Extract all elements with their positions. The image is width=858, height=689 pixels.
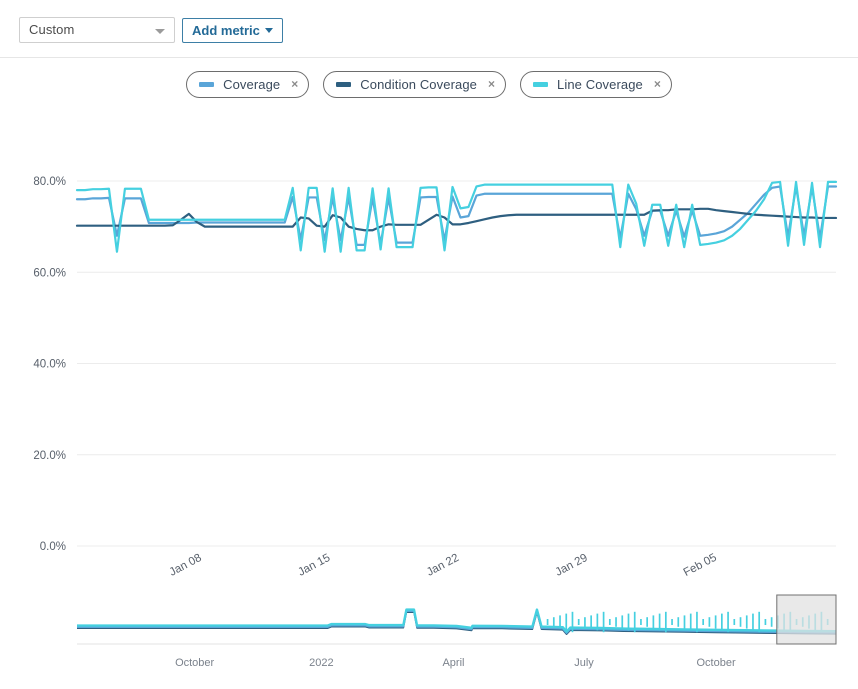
- x-axis-tick-label: Jan 15: [296, 552, 332, 579]
- close-icon[interactable]: ×: [654, 78, 661, 90]
- close-icon[interactable]: ×: [291, 78, 298, 90]
- period-select-value: Custom: [29, 22, 75, 37]
- legend: Coverage × Condition Coverage × Line Coverag…: [0, 66, 858, 102]
- x-axis-tick-label: Jan 22: [425, 552, 461, 579]
- x-axis-tick-label: Feb 05: [682, 552, 719, 579]
- legend-color-swatch: [336, 81, 352, 87]
- y-axis-tick-label: 40.0%: [33, 359, 66, 371]
- chart-area: 0.0% 20.0% 40.0% 60.0% 80.0% Jan 08 Jan 15 Jan …: [0, 110, 858, 689]
- chevron-down-icon: [264, 28, 273, 33]
- y-axis-tick-label: 60.0%: [33, 267, 66, 279]
- y-axis-tick-label: 20.0%: [33, 450, 66, 462]
- navigator-tick-label: July: [574, 657, 594, 669]
- add-metric-label: Add metric: [192, 23, 260, 38]
- legend-color-swatch: [199, 81, 215, 87]
- legend-chip[interactable]: Line Coverage ×: [520, 70, 672, 98]
- y-axis-tick-label: 80.0%: [33, 176, 66, 188]
- x-axis-tick-label: Jan 08: [168, 552, 204, 579]
- legend-label: Line Coverage: [557, 76, 643, 92]
- chevron-down-icon: [155, 29, 165, 34]
- coverage-line-chart[interactable]: 0.0% 20.0% 40.0% 60.0% 80.0% Jan 08 Jan 15 Jan …: [0, 110, 858, 689]
- x-axis-tick-label: Jan 29: [554, 552, 590, 579]
- legend-chip[interactable]: Coverage ×: [186, 70, 310, 98]
- toolbar: Custom Add metric: [0, 0, 858, 58]
- coverage-chart-page: Custom Add metric Coverage × Condition Cov…: [0, 0, 858, 689]
- add-metric-button[interactable]: Add metric: [182, 18, 283, 43]
- period-select[interactable]: Custom: [19, 17, 175, 43]
- legend-label: Coverage: [223, 76, 281, 92]
- legend-chip[interactable]: Condition Coverage ×: [323, 70, 507, 98]
- navigator-tick-label: October: [697, 657, 736, 669]
- legend-label: Condition Coverage: [360, 76, 477, 92]
- navigator-selection-window[interactable]: [776, 594, 837, 645]
- navigator-tick-label: 2022: [309, 657, 333, 669]
- y-axis-tick-label: 0.0%: [40, 541, 66, 553]
- navigator-tick-label: October: [175, 657, 214, 669]
- navigator-tick-label: April: [442, 657, 464, 669]
- close-icon[interactable]: ×: [488, 78, 495, 90]
- legend-color-swatch: [533, 81, 549, 87]
